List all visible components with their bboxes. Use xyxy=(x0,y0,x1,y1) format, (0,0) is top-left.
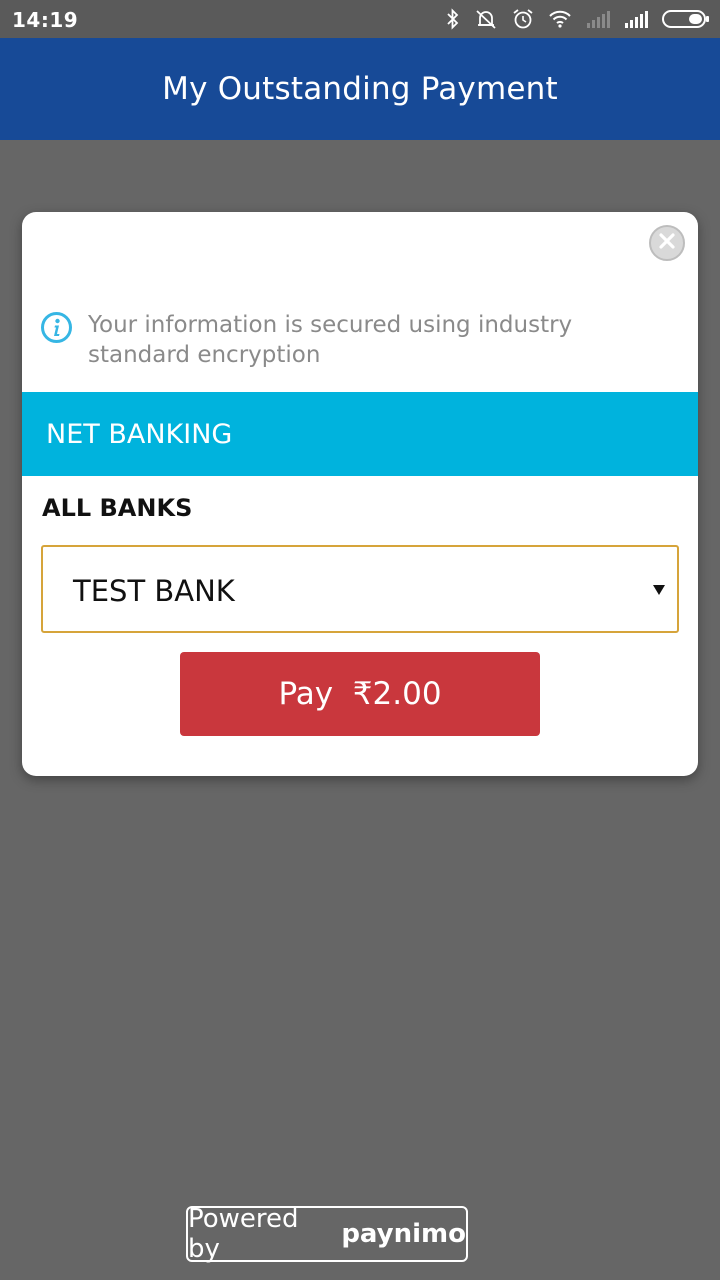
bank-dropdown[interactable]: TEST BANK xyxy=(41,545,679,633)
signal-weak-icon xyxy=(586,10,610,28)
battery-icon xyxy=(662,9,710,29)
brand-name: paynimo xyxy=(341,1219,466,1249)
wifi-icon xyxy=(548,9,572,29)
signal-full-icon xyxy=(624,10,648,28)
close-icon xyxy=(658,232,676,255)
payment-modal: Your information is secured using indust… xyxy=(22,212,698,776)
status-time: 14:19 xyxy=(12,8,79,32)
net-banking-header: NET BANKING xyxy=(22,392,698,476)
alarm-clock-icon xyxy=(512,8,534,30)
page-title: My Outstanding Payment xyxy=(162,71,558,107)
dropdown-arrow-icon xyxy=(652,583,666,601)
all-banks-label: ALL BANKS xyxy=(42,494,193,522)
alarm-off-icon xyxy=(474,8,498,30)
section-title: NET BANKING xyxy=(46,418,233,450)
status-icons xyxy=(446,8,710,30)
powered-by-text: Powered by xyxy=(188,1204,299,1264)
app-bar: My Outstanding Payment xyxy=(0,38,720,140)
bluetooth-icon xyxy=(446,8,460,30)
security-notice: Your information is secured using indust… xyxy=(40,310,670,370)
close-button[interactable] xyxy=(649,225,685,261)
security-notice-text: Your information is secured using indust… xyxy=(88,312,573,368)
pay-button[interactable]: Pay ₹2.00 xyxy=(180,652,540,736)
selected-bank: TEST BANK xyxy=(73,574,235,608)
info-icon xyxy=(40,311,73,344)
status-bar: 14:19 xyxy=(0,0,720,38)
powered-by-badge: Powered by paynimo xyxy=(186,1204,468,1264)
